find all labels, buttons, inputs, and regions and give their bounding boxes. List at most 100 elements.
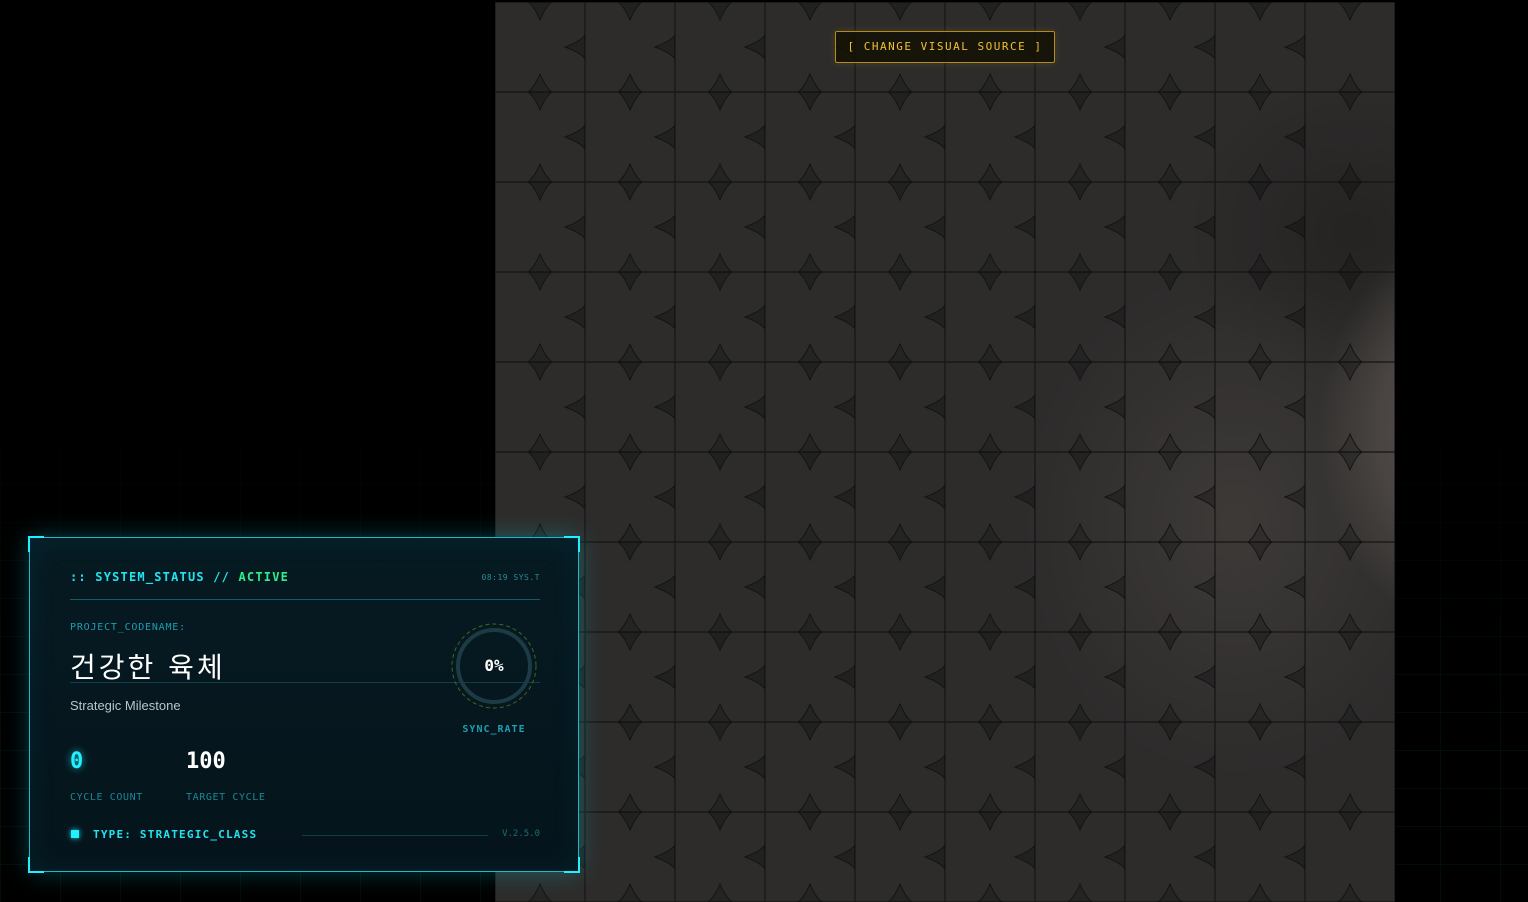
puzzle-knob xyxy=(1193,214,1216,240)
panel-corner xyxy=(28,536,44,552)
change-visual-source-button[interactable]: [ CHANGE VISUAL SOURCE ] xyxy=(835,31,1055,63)
puzzle-knob xyxy=(1337,432,1363,453)
puzzle-knob xyxy=(707,522,733,543)
puzzle-notch xyxy=(1157,451,1183,472)
puzzle-notch xyxy=(617,631,643,652)
puzzle-knob xyxy=(1283,214,1306,240)
puzzle-knob xyxy=(563,394,586,420)
puzzle-notch xyxy=(617,721,643,742)
puzzle-board[interactable] xyxy=(495,2,1395,902)
puzzle-notch xyxy=(1247,181,1273,202)
puzzle-knob xyxy=(797,342,823,363)
puzzle-knob xyxy=(1157,162,1183,183)
puzzle-knob xyxy=(1193,34,1216,60)
puzzle-knob xyxy=(1103,124,1126,150)
puzzle-notch xyxy=(617,181,643,202)
panel-corner xyxy=(564,857,580,873)
puzzle-knob xyxy=(1157,72,1183,93)
puzzle-knob xyxy=(743,394,766,420)
puzzle-knob xyxy=(797,612,823,633)
status-prefix: :: SYSTEM_STATUS // xyxy=(70,570,239,584)
puzzle-knob xyxy=(653,34,676,60)
puzzle-knob xyxy=(743,664,766,690)
puzzle-notch xyxy=(1247,91,1273,112)
puzzle-knob xyxy=(527,72,553,93)
puzzle-knob xyxy=(527,162,553,183)
puzzle-knob xyxy=(1067,702,1093,723)
puzzle-knob xyxy=(1157,612,1183,633)
puzzle-notch xyxy=(797,631,823,652)
puzzle-knob xyxy=(1013,844,1036,870)
puzzle-notch xyxy=(527,361,553,382)
puzzle-knob xyxy=(833,304,856,330)
puzzle-knob xyxy=(977,72,1003,93)
puzzle-knob xyxy=(1247,432,1273,453)
puzzle-notch xyxy=(1337,181,1363,202)
puzzle-knob xyxy=(1067,162,1093,183)
puzzle-notch xyxy=(1247,811,1273,832)
puzzle-notch xyxy=(617,2,643,22)
puzzle-knob xyxy=(1337,702,1363,723)
puzzle-knob xyxy=(1103,34,1126,60)
puzzle-knob xyxy=(833,664,856,690)
puzzle-notch xyxy=(617,271,643,292)
puzzle-knob xyxy=(1283,574,1306,600)
puzzle-knob xyxy=(1067,612,1093,633)
puzzle-knob xyxy=(797,522,823,543)
puzzle-pieces[interactable] xyxy=(495,2,1395,902)
puzzle-knob xyxy=(887,612,913,633)
puzzle-knob xyxy=(977,522,1003,543)
app-stage: [ CHANGE VISUAL SOURCE ] :: SYSTEM_STATU… xyxy=(0,0,1528,902)
puzzle-knob xyxy=(1067,882,1093,902)
puzzle-knob xyxy=(833,484,856,510)
puzzle-knob xyxy=(1283,34,1306,60)
puzzle-notch xyxy=(977,541,1003,562)
puzzle-knob xyxy=(887,162,913,183)
puzzle-notch xyxy=(707,91,733,112)
puzzle-knob xyxy=(833,124,856,150)
puzzle-knob xyxy=(617,432,643,453)
puzzle-knob xyxy=(923,124,946,150)
puzzle-knob xyxy=(1157,432,1183,453)
puzzle-knob xyxy=(617,342,643,363)
system-time: 08:19 SYS.T xyxy=(481,573,540,582)
puzzle-notch xyxy=(797,451,823,472)
puzzle-knob xyxy=(1337,882,1363,902)
puzzle-knob xyxy=(707,432,733,453)
puzzle-knob xyxy=(743,34,766,60)
puzzle-knob xyxy=(1013,754,1036,780)
puzzle-knob xyxy=(1157,522,1183,543)
puzzle-knob xyxy=(923,214,946,240)
puzzle-notch xyxy=(887,541,913,562)
puzzle-knob xyxy=(797,162,823,183)
puzzle-knob xyxy=(1337,342,1363,363)
puzzle-knob xyxy=(1283,394,1306,420)
puzzle-knob xyxy=(743,484,766,510)
puzzle-knob xyxy=(1337,792,1363,813)
puzzle-notch xyxy=(1067,541,1093,562)
puzzle-knob xyxy=(1067,252,1093,273)
puzzle-knob xyxy=(707,792,733,813)
puzzle-knob xyxy=(743,754,766,780)
puzzle-knob xyxy=(617,612,643,633)
puzzle-knob xyxy=(617,702,643,723)
puzzle-notch xyxy=(707,361,733,382)
puzzle-notch xyxy=(1337,271,1363,292)
puzzle-knob xyxy=(797,252,823,273)
puzzle-notch xyxy=(887,451,913,472)
puzzle-knob xyxy=(833,394,856,420)
puzzle-knob xyxy=(1013,124,1036,150)
puzzle-notch xyxy=(1067,2,1093,22)
puzzle-knob xyxy=(1013,304,1036,330)
puzzle-knob xyxy=(1247,342,1273,363)
puzzle-notch xyxy=(977,721,1003,742)
puzzle-knob xyxy=(743,124,766,150)
puzzle-knob xyxy=(653,394,676,420)
panel-footer: TYPE: STRATEGIC_CLASS V.2.5.0 xyxy=(70,828,540,842)
puzzle-notch xyxy=(797,811,823,832)
puzzle-knob xyxy=(977,612,1003,633)
project-codename: 건강한 육체 xyxy=(70,651,226,684)
panel-header: :: SYSTEM_STATUS // ACTIVE 08:19 SYS.T xyxy=(70,570,540,588)
puzzle-notch xyxy=(887,361,913,382)
puzzle-knob xyxy=(977,162,1003,183)
